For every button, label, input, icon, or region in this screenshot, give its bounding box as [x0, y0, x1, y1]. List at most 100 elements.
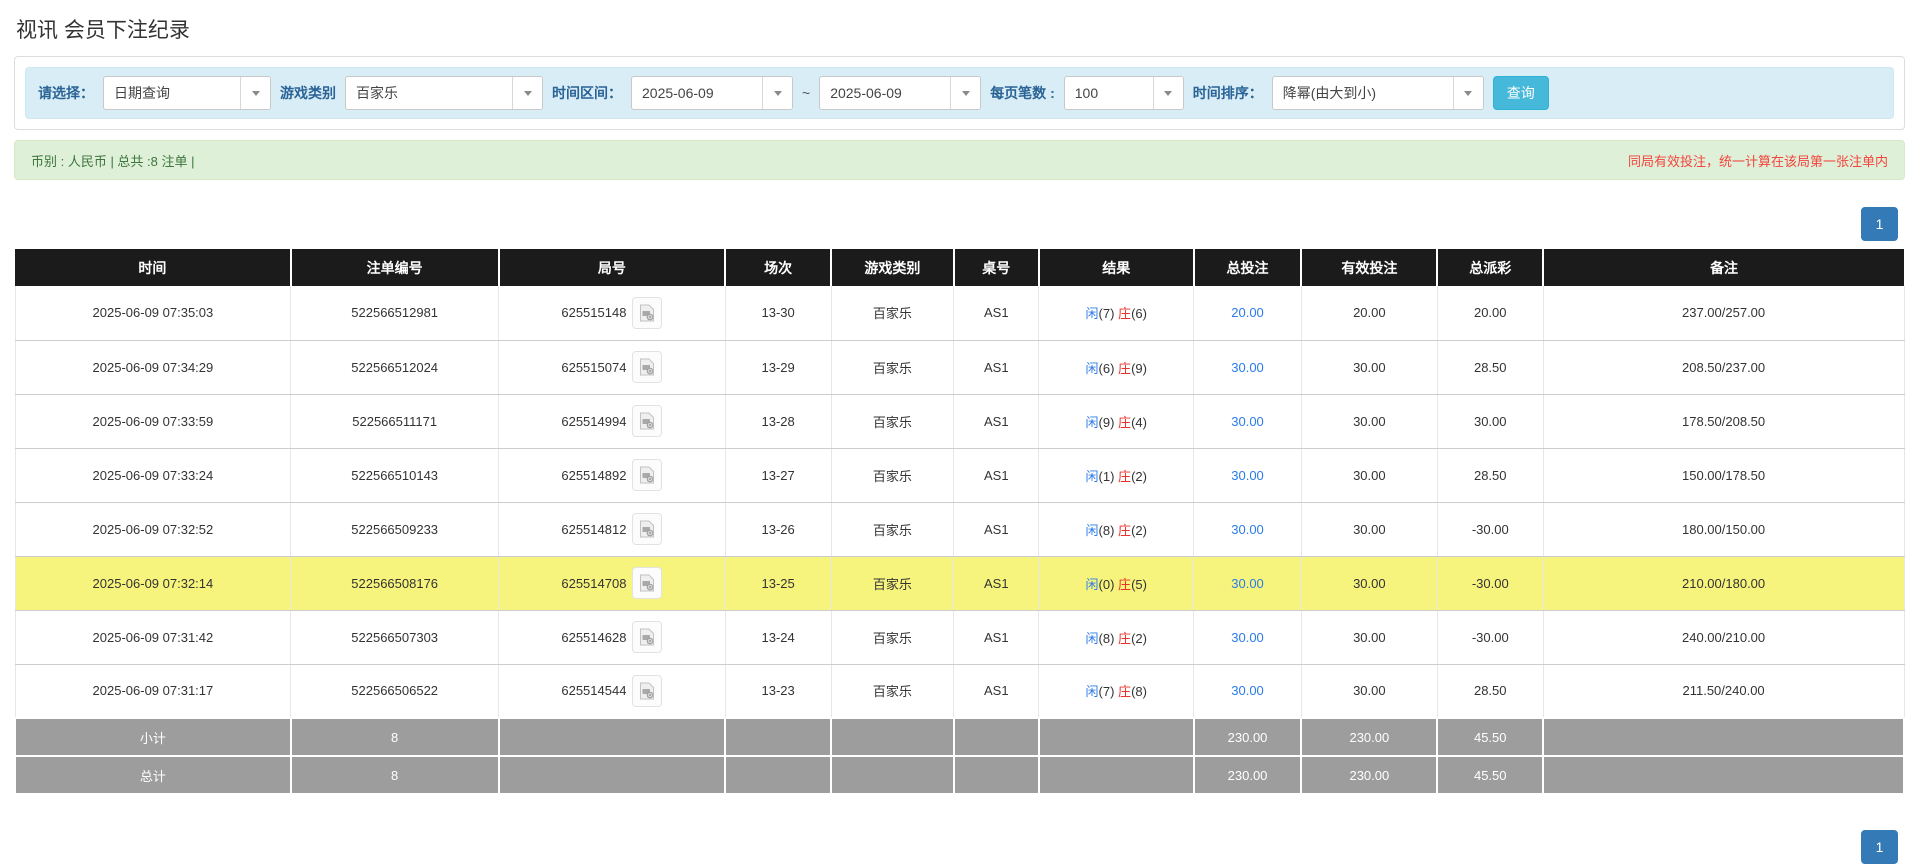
totals-payout: 45.50 — [1437, 756, 1543, 794]
round-id-wrap: 625514812 — [503, 513, 721, 545]
chevron-down-icon — [774, 91, 782, 96]
totals-label: 小计 — [15, 718, 291, 756]
total-bet-link[interactable]: 30.00 — [1231, 630, 1264, 645]
date-to-value[interactable]: 2025-06-09 — [820, 77, 950, 109]
totals-total-bet: 230.00 — [1194, 718, 1302, 756]
totals-empty — [954, 718, 1039, 756]
result-banker-score: (2) — [1131, 469, 1147, 484]
query-type-dropdown-button[interactable] — [240, 77, 270, 109]
cell-game-type: 百家乐 — [831, 448, 954, 502]
page-title: 视讯 会员下注纪录 — [16, 14, 1905, 44]
table-body: 2025-06-09 07:35:03522566512981625515148… — [15, 286, 1904, 718]
cell-remark: 240.00/210.00 — [1543, 610, 1904, 664]
result-player-label: 闲 — [1086, 523, 1099, 538]
page-size-value[interactable]: 100 — [1065, 77, 1153, 109]
cell-total-bet[interactable]: 30.00 — [1194, 502, 1302, 556]
cell-valid-bet: 20.00 — [1301, 286, 1437, 340]
page-size-label: 每页笔数 : — [990, 83, 1055, 103]
totals-valid-bet: 230.00 — [1301, 756, 1437, 794]
date-from-value[interactable]: 2025-06-09 — [632, 77, 762, 109]
result-banker-label: 庄 — [1118, 469, 1131, 484]
totals-empty — [1543, 718, 1904, 756]
date-to-dropdown-button[interactable] — [950, 77, 980, 109]
cell-valid-bet: 30.00 — [1301, 340, 1437, 394]
page-size-select[interactable]: 100 — [1064, 76, 1184, 110]
cell-total-bet[interactable]: 30.00 — [1194, 340, 1302, 394]
video-record-icon — [639, 358, 655, 376]
cell-remark: 180.00/150.00 — [1543, 502, 1904, 556]
date-to-select[interactable]: 2025-06-09 — [819, 76, 981, 110]
time-sort-dropdown-button[interactable] — [1453, 77, 1483, 109]
cell-total-bet[interactable]: 30.00 — [1194, 610, 1302, 664]
summary-currency-count: 币别 : 人民币 | 总共 :8 注单 | — [31, 151, 195, 170]
pagination-top: 1 — [14, 207, 1898, 241]
table-row: 2025-06-09 07:35:03522566512981625515148… — [15, 286, 1904, 340]
total-bet-link[interactable]: 30.00 — [1231, 468, 1264, 483]
video-replay-button[interactable] — [632, 405, 662, 437]
chevron-down-icon — [1464, 91, 1472, 96]
video-replay-button[interactable] — [632, 567, 662, 599]
result-banker-score: (6) — [1131, 306, 1147, 321]
cell-round-id: 625514994 — [499, 394, 726, 448]
column-header: 结果 — [1039, 249, 1194, 286]
game-type-select[interactable]: 百家乐 — [345, 76, 543, 110]
time-sort-value[interactable]: 降幂(由大到小) — [1273, 77, 1453, 109]
cell-total-bet[interactable]: 30.00 — [1194, 664, 1302, 718]
page-size-dropdown-button[interactable] — [1153, 77, 1183, 109]
cell-valid-bet: 30.00 — [1301, 610, 1437, 664]
cell-result: 闲(9) 庄(4) — [1039, 394, 1194, 448]
total-bet-link[interactable]: 30.00 — [1231, 522, 1264, 537]
cell-total-bet[interactable]: 30.00 — [1194, 394, 1302, 448]
total-bet-link[interactable]: 30.00 — [1231, 414, 1264, 429]
total-bet-link[interactable]: 30.00 — [1231, 360, 1264, 375]
video-replay-button[interactable] — [632, 621, 662, 653]
cell-result: 闲(7) 庄(6) — [1039, 286, 1194, 340]
cell-remark: 211.50/240.00 — [1543, 664, 1904, 718]
cell-round-id: 625514544 — [499, 664, 726, 718]
date-from-select[interactable]: 2025-06-09 — [631, 76, 793, 110]
table-row: 2025-06-09 07:33:24522566510143625514892… — [15, 448, 1904, 502]
result-banker-label: 庄 — [1118, 631, 1131, 646]
video-replay-button[interactable] — [632, 675, 662, 707]
result-banker-score: (4) — [1131, 415, 1147, 430]
cell-round-id: 625514708 — [499, 556, 726, 610]
totals-count: 8 — [291, 718, 499, 756]
video-record-icon — [639, 412, 655, 430]
cell-bet-id: 522566511171 — [291, 394, 499, 448]
query-type-select[interactable]: 日期查询 — [103, 76, 271, 110]
query-type-value[interactable]: 日期查询 — [104, 77, 240, 109]
total-bet-link[interactable]: 30.00 — [1231, 576, 1264, 591]
video-replay-button[interactable] — [632, 459, 662, 491]
page-1-button[interactable]: 1 — [1861, 207, 1898, 241]
cell-bet-id: 522566512981 — [291, 286, 499, 340]
video-replay-button[interactable] — [632, 513, 662, 545]
cell-game-type: 百家乐 — [831, 556, 954, 610]
cell-total-bet[interactable]: 20.00 — [1194, 286, 1302, 340]
cell-session: 13-30 — [725, 286, 831, 340]
cell-total-bet[interactable]: 30.00 — [1194, 448, 1302, 502]
cell-remark: 150.00/178.50 — [1543, 448, 1904, 502]
time-sort-select[interactable]: 降幂(由大到小) — [1272, 76, 1484, 110]
cell-session: 13-29 — [725, 340, 831, 394]
total-bet-link[interactable]: 20.00 — [1231, 305, 1264, 320]
date-from-dropdown-button[interactable] — [762, 77, 792, 109]
video-replay-button[interactable] — [632, 351, 662, 383]
table-row: 2025-06-09 07:32:52522566509233625514812… — [15, 502, 1904, 556]
video-record-icon — [639, 574, 655, 592]
cell-time: 2025-06-09 07:32:14 — [15, 556, 291, 610]
cell-result: 闲(7) 庄(8) — [1039, 664, 1194, 718]
result-player-label: 闲 — [1086, 469, 1099, 484]
header-row: 时间注单编号局号场次游戏类别桌号结果总投注有效投注总派彩备注 — [15, 249, 1904, 286]
round-id-text: 625514708 — [561, 576, 626, 591]
cell-total-bet[interactable]: 30.00 — [1194, 556, 1302, 610]
game-type-value[interactable]: 百家乐 — [346, 77, 512, 109]
totals-empty — [1543, 756, 1904, 794]
result-player-score: (8) — [1099, 631, 1115, 646]
video-replay-button[interactable] — [632, 297, 662, 329]
game-type-dropdown-button[interactable] — [512, 77, 542, 109]
filter-bar: 请选择： 日期查询 游戏类别 百家乐 时间区间： 2025-06-09 ~ 20… — [25, 67, 1894, 119]
total-bet-link[interactable]: 30.00 — [1231, 683, 1264, 698]
page-1-button-bottom[interactable]: 1 — [1861, 830, 1898, 864]
search-button[interactable]: 查询 — [1493, 76, 1549, 110]
result-banker-score: (2) — [1131, 523, 1147, 538]
